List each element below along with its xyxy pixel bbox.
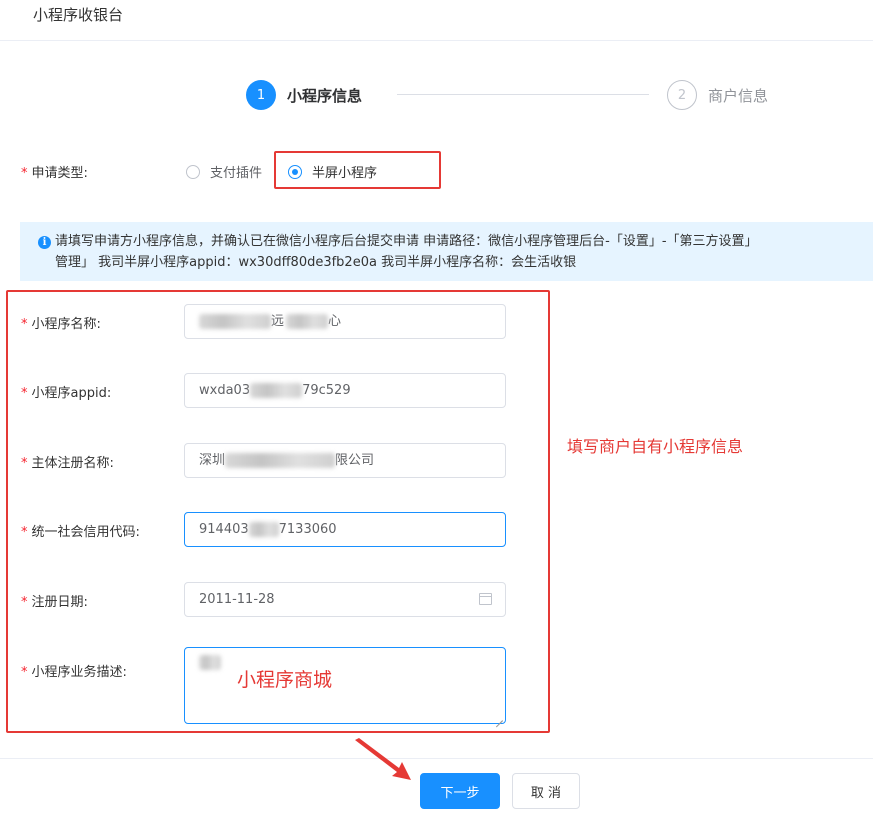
alert-text-line-2: 管理」 我司半屏小程序appid：wx30dff80de3fb2e0a 我司半屏… bbox=[55, 255, 577, 270]
reg-date-picker[interactable]: 2011-11-28 bbox=[184, 582, 506, 617]
redacted-blur bbox=[199, 314, 271, 329]
application-type-label: * 申请类型: bbox=[21, 166, 88, 181]
cancel-button[interactable]: 取 消 bbox=[512, 773, 580, 809]
credit-code-label: * 统一社会信用代码: bbox=[21, 525, 140, 540]
mini-name-label: * 小程序名称: bbox=[21, 317, 101, 332]
step-2-label: 商户信息 bbox=[708, 86, 769, 105]
info-alert: i 请填写申请方小程序信息，并确认已在微信小程序后台提交申请 申请路径：微信小程… bbox=[20, 222, 873, 281]
redacted-blur bbox=[286, 314, 329, 329]
step-2-number: 2 bbox=[667, 80, 697, 110]
required-mark: * bbox=[21, 166, 28, 181]
credit-code-input[interactable]: 914403 7133060 bbox=[184, 512, 506, 547]
info-icon: i bbox=[38, 236, 51, 249]
redacted-blur bbox=[225, 453, 336, 468]
reg-date-label: * 注册日期: bbox=[21, 595, 88, 610]
resize-handle-icon[interactable] bbox=[496, 714, 503, 721]
description-label: * 小程序业务描述: bbox=[21, 665, 127, 680]
step-1-label: 小程序信息 bbox=[287, 86, 363, 105]
step-merchant-info: 2 商户信息 bbox=[667, 80, 768, 110]
step-1-number: 1 bbox=[246, 80, 276, 110]
page-title: 小程序收银台 bbox=[33, 6, 124, 24]
description-textarea[interactable] bbox=[184, 647, 506, 724]
redacted-blur bbox=[250, 383, 303, 398]
footer-divider bbox=[0, 758, 873, 759]
annotation-arrow-icon bbox=[355, 738, 411, 780]
entity-name-input[interactable]: 深圳 限公司 bbox=[184, 443, 506, 478]
redacted-blur bbox=[199, 655, 221, 670]
next-step-button[interactable]: 下一步 bbox=[420, 773, 500, 809]
description-annotation: 小程序商城 bbox=[237, 669, 333, 691]
redacted-blur bbox=[248, 522, 279, 537]
radio-payment-plugin[interactable]: 支付插件 bbox=[186, 162, 262, 181]
step-mini-program-info: 1 小程序信息 bbox=[246, 80, 362, 110]
mini-name-input[interactable]: 远心 bbox=[184, 304, 506, 339]
side-annotation: 填写商户自有小程序信息 bbox=[567, 437, 744, 456]
entity-name-label: * 主体注册名称: bbox=[21, 456, 114, 471]
appid-label: * 小程序appid: bbox=[21, 386, 112, 401]
step-connector bbox=[397, 94, 649, 95]
radio-unchecked-icon[interactable] bbox=[186, 164, 200, 179]
appid-input[interactable]: wxda03 79c529 bbox=[184, 373, 506, 408]
header-divider bbox=[0, 40, 873, 41]
calendar-icon[interactable] bbox=[479, 593, 492, 605]
annotation-highlight-box bbox=[274, 151, 441, 189]
radio-payment-plugin-label: 支付插件 bbox=[210, 166, 263, 181]
alert-text-line-1: 请填写申请方小程序信息，并确认已在微信小程序后台提交申请 申请路径：微信小程序管… bbox=[55, 234, 758, 249]
